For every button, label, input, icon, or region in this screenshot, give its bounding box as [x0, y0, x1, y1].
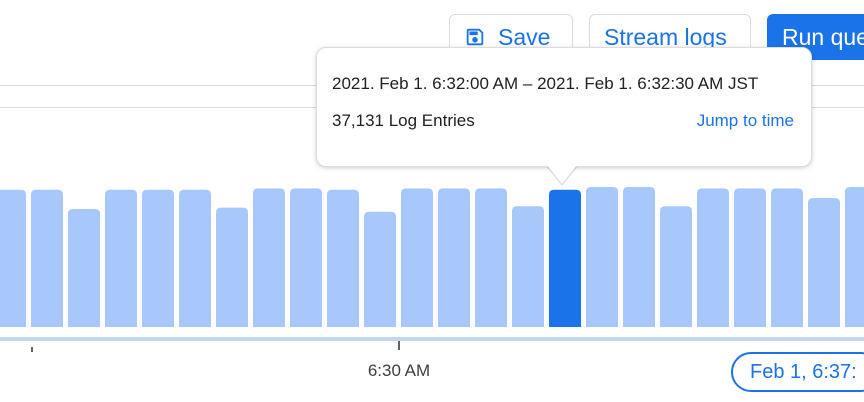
histogram-bar[interactable]: [327, 189, 359, 327]
histogram-bar[interactable]: [586, 187, 618, 327]
histogram-bar[interactable]: [290, 188, 322, 327]
histogram-bar[interactable]: [660, 206, 692, 327]
current-time-chip-label: Feb 1, 6:37:: [750, 360, 857, 383]
tooltip-time-range: 2021. Feb 1. 6:32:00 AM – 2021. Feb 1. 6…: [332, 74, 759, 93]
histogram-bar[interactable]: [475, 188, 507, 327]
histogram-bar[interactable]: [179, 189, 211, 327]
histogram-bar[interactable]: [771, 188, 803, 327]
histogram-bar[interactable]: [0, 189, 26, 327]
histogram-bar[interactable]: [512, 206, 544, 327]
histogram-bar[interactable]: [401, 188, 433, 327]
histogram-bar-selected[interactable]: [549, 189, 581, 327]
histogram-bar[interactable]: [808, 197, 840, 327]
jump-to-time-link[interactable]: Jump to time: [697, 111, 794, 131]
histogram-bar[interactable]: [216, 207, 248, 327]
tooltip-caret: [547, 165, 577, 184]
axis-tick-major: [398, 341, 400, 350]
histogram-bar[interactable]: [734, 188, 766, 327]
axis-tick-minor: [31, 347, 33, 352]
histogram-bar[interactable]: [68, 208, 100, 327]
current-time-chip[interactable]: Feb 1, 6:37:: [731, 352, 864, 392]
histogram-bar[interactable]: [31, 189, 63, 327]
histogram-bar[interactable]: [253, 188, 285, 327]
axis-tick-label: 6:30 AM: [367, 361, 431, 380]
histogram-bar[interactable]: [845, 187, 864, 327]
histogram-bar[interactable]: [623, 187, 655, 327]
histogram-bar[interactable]: [105, 189, 137, 327]
histogram-bar[interactable]: [142, 189, 174, 327]
timeline-axis[interactable]: [0, 337, 864, 341]
tooltip-log-entries: 37,131 Log Entries: [332, 111, 475, 130]
histogram-tooltip: 2021. Feb 1. 6:32:00 AM – 2021. Feb 1. 6…: [316, 47, 812, 167]
histogram-bar[interactable]: [364, 211, 396, 327]
histogram-bar[interactable]: [438, 188, 470, 327]
histogram-bar[interactable]: [697, 188, 729, 327]
